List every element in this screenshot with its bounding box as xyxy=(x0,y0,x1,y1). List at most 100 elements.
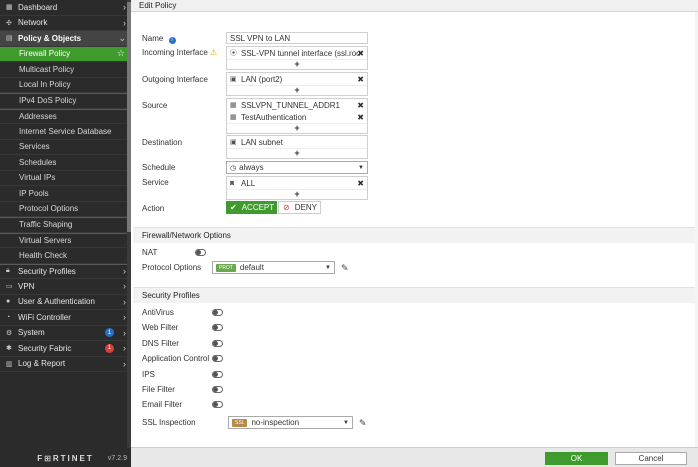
security-profiles-header: Security Profiles xyxy=(133,287,698,303)
sidebar-item-addresses[interactable]: Addresses xyxy=(0,108,131,124)
notification-badge: 1 xyxy=(105,328,114,338)
tunnel-icon: ⦿ xyxy=(230,50,237,57)
sidebar-item-ipv4-dos-policy[interactable]: IPv4 DoS Policy xyxy=(0,93,131,109)
sidebar-scrollbar[interactable] xyxy=(127,0,131,448)
sidebar: ▦ Dashboard › ✣ Network › ▤ Policy & Objects ⌄ Fi… xyxy=(0,0,131,467)
remove-icon[interactable]: ✖ xyxy=(357,75,364,84)
report-icon: ▥ xyxy=(6,360,13,368)
sidebar-item-multicast-policy[interactable]: Multicast Policy xyxy=(0,62,131,78)
add-source-button[interactable]: + xyxy=(227,123,367,133)
sidebar-item-label: Local In Policy xyxy=(19,80,71,90)
sidebar-item-wifi-controller[interactable]: ◔ WiFi Controller › xyxy=(0,310,131,326)
chevron-right-icon: › xyxy=(123,358,126,369)
sidebar-item-label: Security Fabric xyxy=(18,343,72,353)
sidebar-item-internet-service-database[interactable]: Internet Service Database xyxy=(0,124,131,140)
sidebar-item-health-check[interactable]: Health Check xyxy=(0,248,131,264)
edit-pencil-icon[interactable]: ✎ xyxy=(341,263,349,274)
profile-toggle-antivirus[interactable] xyxy=(212,309,223,316)
sidebar-item-services[interactable]: Services xyxy=(0,139,131,155)
profile-toggle-email-filter[interactable] xyxy=(212,401,223,409)
sidebar-item-dashboard[interactable]: ▦ Dashboard › xyxy=(0,0,131,16)
sidebar-item-label: Network xyxy=(18,18,48,28)
sidebar-item-local-in-policy[interactable]: Local In Policy xyxy=(0,77,131,93)
sidebar-item-system[interactable]: ⚙ System 1 › xyxy=(0,326,131,341)
profile-label-file-filter: File Filter xyxy=(142,385,175,394)
nat-label: NAT xyxy=(142,248,158,257)
destination-field[interactable]: ▣ LAN subnet + xyxy=(226,135,368,159)
name-input[interactable]: SSL VPN to LAN xyxy=(226,32,368,44)
remove-icon[interactable]: ✖ xyxy=(357,49,364,58)
source-entry: ▦ TestAuthentication ✖ xyxy=(230,112,364,122)
info-icon[interactable]: i xyxy=(168,37,176,44)
source-field[interactable]: ▦ SSLVPN_TUNNEL_ADDR1 ✖ ▦ TestAuthentica… xyxy=(226,98,368,134)
ok-button[interactable]: OK xyxy=(545,452,608,465)
nat-toggle[interactable] xyxy=(195,249,206,256)
sidebar-item-ip-pools[interactable]: IP Pools xyxy=(0,186,131,202)
protocol-badge: PROT xyxy=(216,263,236,272)
chevron-right-icon: › xyxy=(123,2,126,13)
sidebar-item-policy-objects[interactable]: ▤ Policy & Objects ⌄ xyxy=(0,31,131,47)
network-icon: ✣ xyxy=(6,19,12,27)
add-outgoing-button[interactable]: + xyxy=(227,85,367,95)
sidebar-item-label: Internet Service Database xyxy=(19,126,112,136)
outgoing-interface-field[interactable]: ▣ LAN (port2) ✖ + xyxy=(226,72,368,96)
gear-icon: ⚙ xyxy=(6,329,13,337)
profile-label-email-filter: Email Filter xyxy=(142,400,183,410)
chevron-right-icon: › xyxy=(123,312,126,323)
edit-pencil-icon[interactable]: ✎ xyxy=(359,418,367,429)
profile-toggle-application-control[interactable] xyxy=(212,355,223,363)
warning-icon: ⚠ xyxy=(210,48,218,57)
add-destination-button[interactable]: + xyxy=(227,148,367,158)
profile-toggle-dns-filter[interactable] xyxy=(212,339,223,347)
sidebar-item-vpn[interactable]: ▭ VPN › xyxy=(0,279,131,295)
sidebar-item-label: WiFi Controller xyxy=(18,312,71,322)
sidebar-item-firewall-policy[interactable]: Firewall Policy ☆ xyxy=(0,46,131,62)
sidebar-item-virtual-servers[interactable]: Virtual Servers xyxy=(0,232,131,248)
sidebar-item-label: Dashboard xyxy=(18,2,58,12)
incoming-interface-field[interactable]: ⦿ SSL-VPN tunnel interface (ssl.roo ✖ + xyxy=(226,46,368,70)
profile-toggle-ips[interactable] xyxy=(212,370,223,378)
source-label: Source xyxy=(142,101,168,110)
sidebar-item-label: Protocol Options xyxy=(19,204,79,214)
source-entry: ▦ SSLVPN_TUNNEL_ADDR1 ✖ xyxy=(230,100,364,110)
sidebar-item-network[interactable]: ✣ Network › xyxy=(0,16,131,31)
chevron-right-icon: › xyxy=(123,296,126,307)
policy-icon: ▤ xyxy=(6,35,13,43)
sidebar-item-label: Policy & Objects xyxy=(18,33,82,43)
accept-button[interactable]: ✔ ACCEPT xyxy=(226,201,277,214)
action-label: Action xyxy=(142,204,165,213)
sidebar-item-label: Log & Report xyxy=(18,359,66,369)
schedule-select[interactable]: ◷ always ▼ xyxy=(226,161,368,174)
sidebar-item-label: User & Authentication xyxy=(18,297,95,307)
profile-label-web-filter: Web Filter xyxy=(142,323,179,333)
sidebar-item-schedules[interactable]: Schedules xyxy=(0,155,131,171)
schedule-label: Schedule xyxy=(142,163,176,172)
notification-badge: 1 xyxy=(105,343,114,353)
outgoing-interface-entry: ▣ LAN (port2) ✖ xyxy=(230,74,364,84)
sidebar-item-traffic-shaping[interactable]: Traffic Shaping xyxy=(0,217,131,233)
protocol-options-select[interactable]: PROT default ▼ xyxy=(212,261,335,274)
ssl-inspection-select[interactable]: SSL no-inspection ▼ xyxy=(228,416,353,429)
sidebar-item-virtual-ips[interactable]: Virtual IPs xyxy=(0,170,131,186)
add-service-button[interactable]: + xyxy=(227,189,367,199)
monitor-icon: ▭ xyxy=(6,283,13,291)
brand-name: F⊞RTINET xyxy=(37,453,94,463)
remove-icon[interactable]: ✖ xyxy=(357,101,364,110)
cancel-button[interactable]: Cancel xyxy=(615,452,687,465)
sidebar-item-security-fabric[interactable]: ✱ Security Fabric 1 › xyxy=(0,341,131,357)
sidebar-item-log-report[interactable]: ▥ Log & Report › xyxy=(0,357,131,372)
sidebar-item-security-profiles[interactable]: 🔒︎ Security Profiles › xyxy=(0,263,131,279)
address-icon: ▦ xyxy=(230,114,237,121)
sidebar-item-protocol-options[interactable]: Protocol Options xyxy=(0,201,131,217)
profile-toggle-web-filter[interactable] xyxy=(212,324,223,332)
deny-button[interactable]: ⊘ DENY xyxy=(278,201,321,214)
chevron-right-icon: › xyxy=(123,343,126,354)
add-incoming-button[interactable]: + xyxy=(227,59,367,69)
sidebar-item-user-authentication[interactable]: ● User & Authentication › xyxy=(0,295,131,310)
sidebar-item-label: System xyxy=(18,328,45,338)
service-field[interactable]: ◙ ALL ✖ + xyxy=(226,176,368,200)
remove-icon[interactable]: ✖ xyxy=(357,179,364,188)
remove-icon[interactable]: ✖ xyxy=(357,113,364,122)
favorite-star-icon[interactable]: ☆ xyxy=(117,48,125,59)
profile-toggle-file-filter[interactable] xyxy=(212,386,223,393)
